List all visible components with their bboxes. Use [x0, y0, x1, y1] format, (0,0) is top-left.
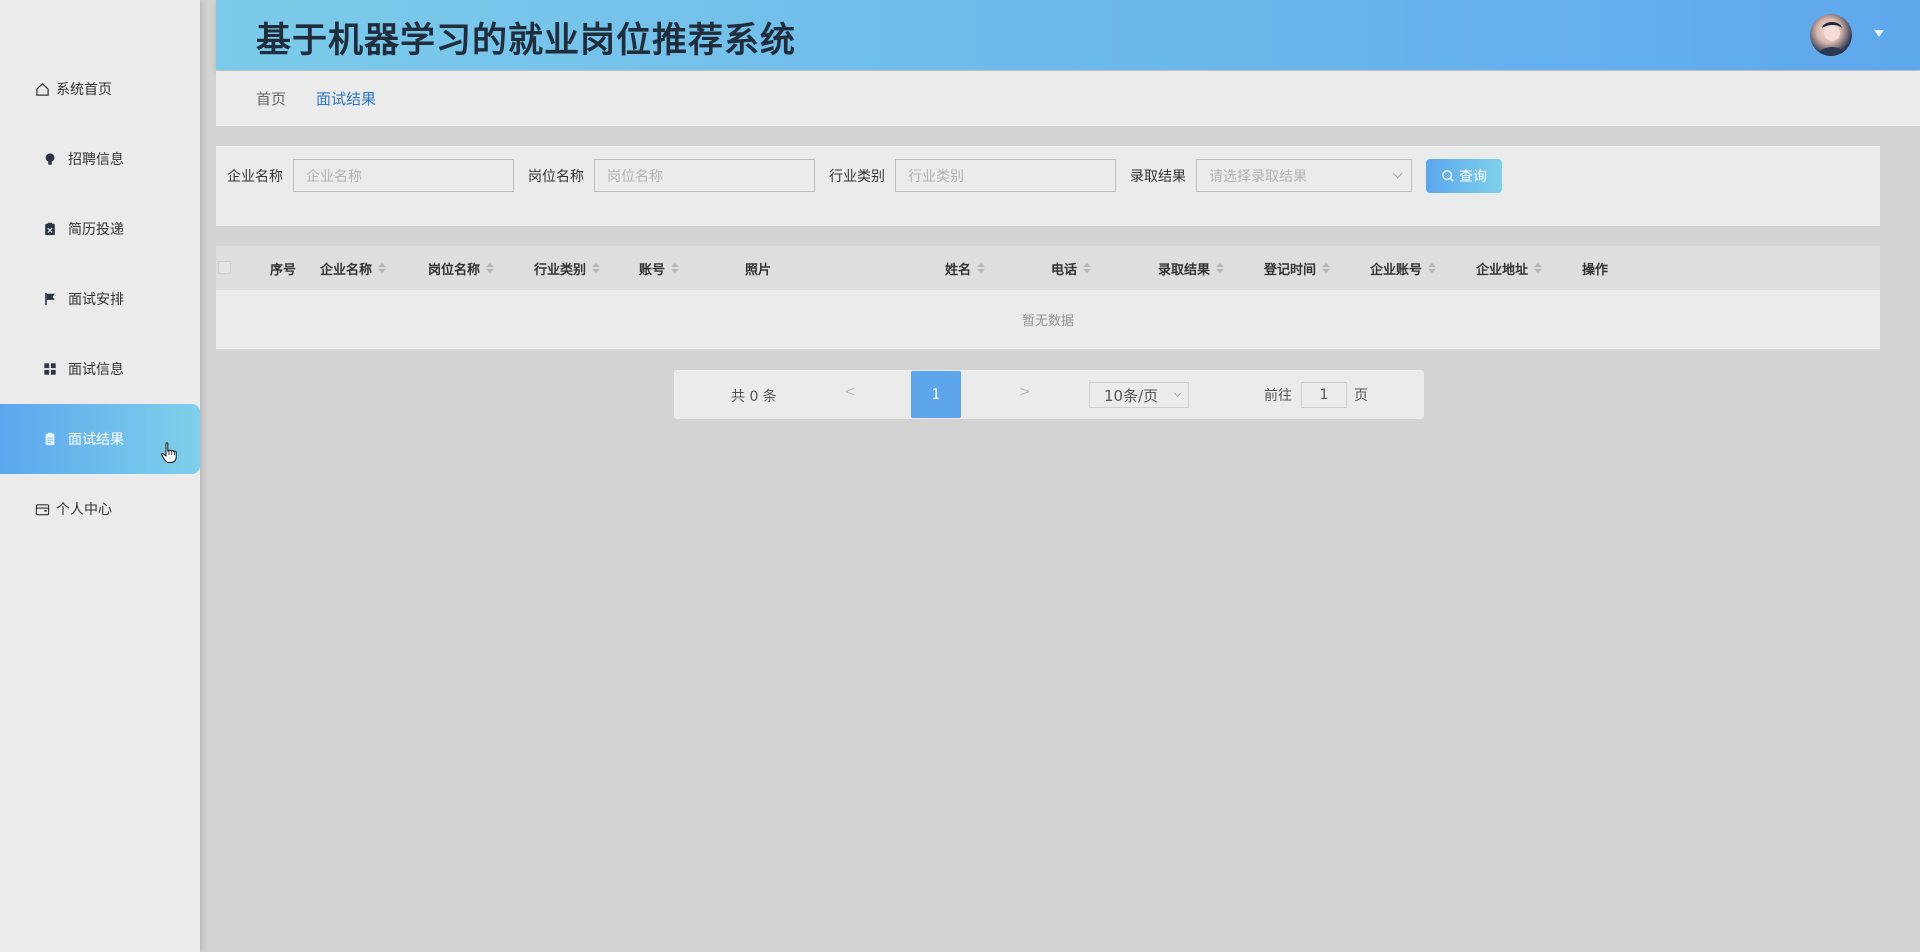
- company-input[interactable]: 企业名称: [293, 159, 514, 192]
- sort-icon[interactable]: [1216, 263, 1225, 273]
- column-header: 操作: [1582, 262, 1609, 278]
- column-header[interactable]: 电话: [1051, 246, 1092, 290]
- sidebar-item-label: 系统首页: [56, 82, 112, 98]
- result-placeholder: 请选择录取结果: [1209, 168, 1307, 185]
- sort-icon[interactable]: [1534, 263, 1543, 273]
- column-header[interactable]: 行业类别: [534, 246, 601, 290]
- industry-label: 行业类别: [829, 168, 885, 185]
- sidebar-item-label: 面试安排: [68, 292, 124, 308]
- table-header: 序号 企业名称 岗位名称 行业类别 账号 照片 姓名 电话 录取结果 登记时间 …: [216, 246, 1880, 290]
- breadcrumb-home[interactable]: 首页: [256, 88, 286, 109]
- next-page-button[interactable]: >: [1019, 384, 1031, 400]
- empty-state: 暂无数据: [1021, 314, 1074, 329]
- chevron-down-icon: [1392, 168, 1403, 179]
- company-filter: 企业名称 企业名称: [227, 159, 514, 192]
- column-header[interactable]: 录取结果: [1158, 246, 1225, 290]
- position-label: 岗位名称: [528, 168, 584, 185]
- lightbulb-icon: [42, 151, 58, 167]
- column-header[interactable]: 姓名: [945, 246, 986, 290]
- result-select[interactable]: 请选择录取结果: [1196, 159, 1412, 192]
- clipboard-x-icon: [42, 221, 58, 237]
- sidebar-item-job-info[interactable]: 招聘信息: [0, 124, 200, 194]
- sidebar-item-label: 招聘信息: [68, 152, 124, 168]
- user-menu-caret-icon[interactable]: [1874, 30, 1884, 37]
- column-header[interactable]: 登记时间: [1264, 246, 1331, 290]
- page-number-button[interactable]: 1: [911, 371, 961, 418]
- column-header[interactable]: 岗位名称: [428, 246, 495, 290]
- page-size-value: 10条/页: [1104, 386, 1159, 405]
- chevron-down-icon: [1174, 389, 1182, 397]
- top-header: 基于机器学习的就业岗位推荐系统: [216, 0, 1920, 70]
- sidebar-item-label: 面试信息: [68, 362, 124, 378]
- goto-unit: 页: [1354, 388, 1368, 404]
- sidebar-item-interview-info[interactable]: 面试信息: [0, 334, 200, 404]
- query-button[interactable]: 查询: [1426, 159, 1502, 193]
- search-icon: [1442, 170, 1454, 182]
- breadcrumb: 首页 面试结果: [216, 71, 1920, 126]
- query-button-label: 查询: [1459, 169, 1487, 185]
- document-icon: [42, 431, 58, 447]
- pagination-total: 共 0 条: [731, 389, 777, 405]
- sort-icon[interactable]: [1083, 263, 1092, 273]
- sort-icon[interactable]: [1428, 263, 1437, 273]
- position-filter: 岗位名称 岗位名称: [528, 159, 815, 192]
- column-header[interactable]: 企业地址: [1476, 246, 1543, 290]
- sort-icon[interactable]: [671, 263, 680, 273]
- wallet-icon: [34, 501, 50, 517]
- sidebar: 系统首页 招聘信息 简历投递 面试安排 面试信息 面试结果 个人中心: [0, 0, 200, 952]
- sort-icon[interactable]: [977, 263, 986, 273]
- column-header: 照片: [745, 262, 772, 278]
- column-header[interactable]: 企业名称: [320, 246, 387, 290]
- search-panel: 企业名称 企业名称 岗位名称 岗位名称 行业类别 行业类别 录取结果 请选择录取…: [216, 146, 1880, 226]
- sidebar-item-label: 个人中心: [56, 502, 112, 518]
- position-input[interactable]: 岗位名称: [594, 159, 815, 192]
- industry-placeholder: 行业类别: [908, 168, 964, 185]
- sort-icon[interactable]: [1322, 263, 1331, 273]
- results-table: 序号 企业名称 岗位名称 行业类别 账号 照片 姓名 电话 录取结果 登记时间 …: [216, 246, 1880, 349]
- sidebar-item-label: 简历投递: [68, 222, 124, 238]
- industry-input[interactable]: 行业类别: [895, 159, 1116, 192]
- sidebar-item-home[interactable]: 系统首页: [0, 54, 200, 124]
- select-all-checkbox[interactable]: [218, 261, 231, 274]
- sidebar-item-interview-result[interactable]: 面试结果: [0, 404, 200, 474]
- sort-icon[interactable]: [592, 263, 601, 273]
- hand-cursor-icon: [160, 442, 178, 468]
- column-header: 序号: [270, 262, 297, 278]
- sidebar-item-resume[interactable]: 简历投递: [0, 194, 200, 264]
- industry-filter: 行业类别 行业类别: [829, 159, 1116, 192]
- position-placeholder: 岗位名称: [607, 168, 663, 185]
- flag-icon: [42, 291, 58, 307]
- sort-icon[interactable]: [378, 263, 387, 273]
- column-header[interactable]: 企业账号: [1370, 246, 1437, 290]
- breadcrumb-current: 面试结果: [316, 90, 377, 108]
- avatar[interactable]: [1810, 14, 1852, 56]
- sidebar-item-personal-center[interactable]: 个人中心: [0, 474, 200, 544]
- company-placeholder: 企业名称: [306, 168, 362, 185]
- app-title: 基于机器学习的就业岗位推荐系统: [256, 21, 797, 61]
- sidebar-item-label: 面试结果: [68, 432, 124, 448]
- sidebar-menu: 系统首页 招聘信息 简历投递 面试安排 面试信息 面试结果 个人中心: [0, 54, 200, 544]
- prev-page-button[interactable]: <: [844, 384, 856, 400]
- column-header[interactable]: 账号: [639, 246, 680, 290]
- page-size-select[interactable]: 10条/页: [1089, 382, 1189, 408]
- sidebar-item-interview-schedule[interactable]: 面试安排: [0, 264, 200, 334]
- sort-icon[interactable]: [486, 263, 495, 273]
- result-filter: 录取结果 请选择录取结果: [1130, 159, 1412, 192]
- goto-page-input[interactable]: 1: [1301, 382, 1347, 408]
- result-label: 录取结果: [1130, 168, 1186, 185]
- company-label: 企业名称: [227, 168, 283, 185]
- pagination: 共 0 条 < 1 > 10条/页 前往 1 页: [674, 370, 1424, 419]
- goto-label: 前往: [1264, 388, 1292, 404]
- grid-icon: [42, 361, 58, 377]
- home-icon: [34, 81, 50, 97]
